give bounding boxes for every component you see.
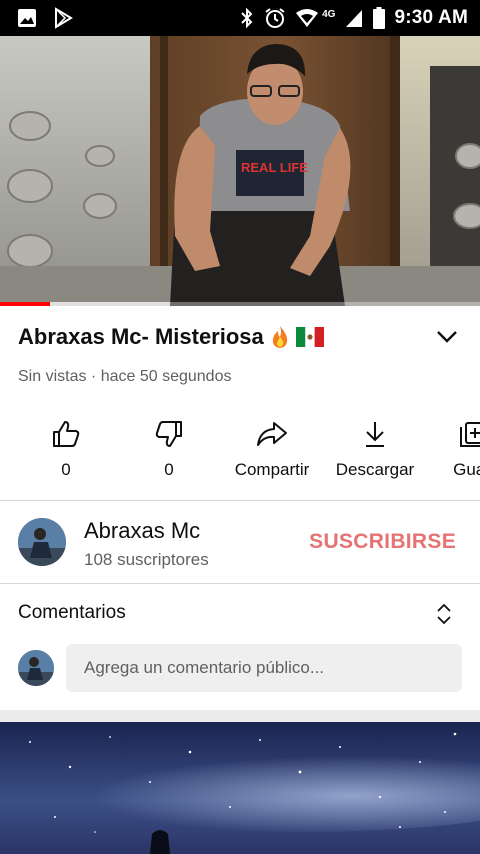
playlist-add-icon	[460, 422, 480, 447]
comment-input[interactable]	[66, 644, 462, 692]
save-button[interactable]: Guar	[442, 418, 480, 480]
like-button[interactable]: 0	[46, 418, 86, 480]
network-type-label: 4G	[322, 8, 336, 20]
svg-text:REAL LIFE: REAL LIFE	[241, 160, 308, 175]
channel-name[interactable]: Abraxas Mc	[84, 518, 200, 544]
video-progress-bar[interactable]	[0, 302, 480, 306]
play-store-icon	[52, 7, 74, 29]
signal-icon	[344, 8, 364, 28]
section-separator	[0, 710, 480, 722]
comments-expand-button[interactable]	[432, 601, 456, 627]
action-bar: 0 0 Compartir Descargar Guar	[0, 418, 480, 488]
wifi-icon	[295, 8, 319, 28]
video-frame: REAL LIFE	[0, 36, 480, 306]
chevron-down-icon	[437, 331, 457, 343]
video-title-row[interactable]: Abraxas Mc- Misteriosa	[18, 322, 462, 352]
buffer-indicator	[50, 302, 171, 306]
view-count: Sin vistas	[18, 368, 87, 385]
dislike-count: 0	[164, 460, 174, 479]
title-emojis	[270, 325, 324, 349]
comments-heading[interactable]: Comentarios	[18, 602, 126, 624]
divider	[0, 500, 480, 501]
upload-age: hace 50 segundos	[100, 368, 232, 385]
download-icon	[366, 422, 384, 447]
channel-avatar-image	[18, 518, 66, 566]
battery-icon	[373, 7, 386, 29]
next-video-thumbnail[interactable]	[0, 722, 480, 854]
mexico-flag-icon	[295, 327, 324, 347]
dislike-button[interactable]: 0	[149, 418, 189, 480]
divider	[0, 583, 480, 584]
share-button[interactable]: Compartir	[222, 418, 322, 480]
download-label: Descargar	[335, 460, 415, 479]
download-button[interactable]: Descargar	[325, 418, 425, 480]
save-label: Guar	[453, 460, 480, 479]
share-label: Compartir	[234, 460, 310, 479]
meta-separator: ·	[90, 368, 97, 385]
alarm-icon	[264, 7, 286, 29]
status-bar: 4G 9:30 AM	[0, 0, 480, 36]
next-video-image	[0, 722, 480, 854]
progress-fill	[0, 302, 51, 306]
subscribe-button[interactable]: SUSCRIBIRSE	[309, 530, 456, 554]
fire-icon	[272, 326, 287, 348]
user-avatar	[18, 650, 54, 686]
channel-avatar[interactable]	[18, 518, 66, 566]
image-icon	[16, 7, 38, 29]
like-count: 0	[61, 460, 71, 479]
video-title: Abraxas Mc- Misteriosa	[18, 324, 264, 349]
user-avatar-image	[18, 650, 54, 686]
thumb-down-icon	[155, 421, 182, 447]
thumb-up-icon	[53, 421, 80, 447]
expand-description-button[interactable]	[432, 322, 462, 352]
video-metadata: Sin vistas · hace 50 segundos	[18, 368, 231, 386]
clock: 9:30 AM	[394, 7, 468, 28]
share-icon	[257, 422, 287, 446]
unfold-icon	[437, 603, 451, 625]
video-player[interactable]: REAL LIFE	[0, 36, 480, 306]
subscriber-count: 108 suscriptores	[84, 550, 209, 569]
bluetooth-icon	[239, 7, 255, 29]
